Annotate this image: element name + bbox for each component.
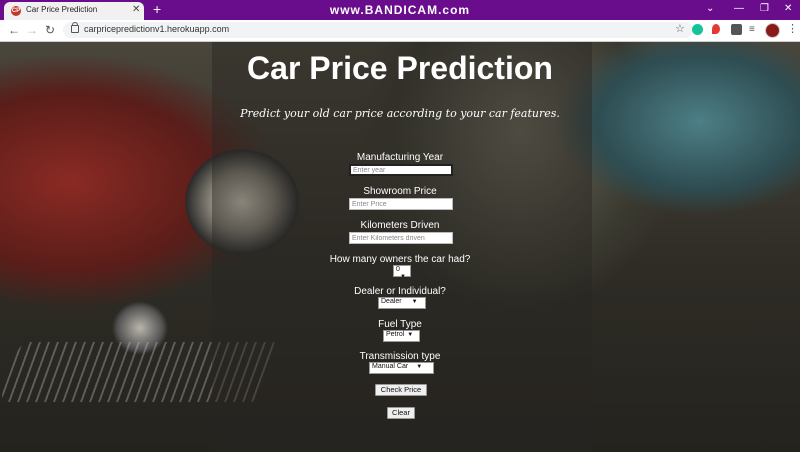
page-content: Car Price Prediction Predict your old ca… <box>0 42 800 452</box>
owners-label: How many owners the car had? <box>329 254 471 265</box>
browser-menu-icon[interactable]: ⋮ <box>787 22 798 36</box>
reading-list-icon[interactable]: ≡ <box>749 25 755 35</box>
kilometers-input[interactable] <box>349 232 453 244</box>
km-label: Kilometers Driven <box>360 220 440 231</box>
location-pin-extension-icon[interactable] <box>712 24 720 34</box>
lock-icon[interactable] <box>71 22 79 33</box>
seller-type-select[interactable]: Dealer ▼ <box>378 297 426 309</box>
chevron-down-icon: ▼ <box>411 299 418 305</box>
reload-icon[interactable]: ↻ <box>45 23 55 37</box>
chevron-down-icon: ▼ <box>400 274 406 280</box>
fuel-select-value: Petrol <box>386 331 405 338</box>
transmission-select-value: Manual Car <box>372 363 409 370</box>
clear-button[interactable]: Clear <box>387 407 415 419</box>
recording-watermark: www.BANDICAM.com <box>329 3 471 17</box>
url-text[interactable]: carpricepredictionv1.herokuapp.com <box>84 24 229 34</box>
fuel-type-select[interactable]: Petrol ▼ <box>383 330 420 342</box>
seller-select-value: Dealer <box>381 298 402 305</box>
browser-tab-bar: CP Car Price Prediction ✕ + www.BANDICAM… <box>0 0 800 20</box>
grammarly-extension-icon[interactable] <box>692 24 703 35</box>
chevron-down-icon: ▼ <box>407 332 414 338</box>
close-window-button[interactable]: ✕ <box>784 1 792 17</box>
extensions-puzzle-icon[interactable] <box>731 24 742 35</box>
fuel-label: Fuel Type <box>378 319 422 330</box>
address-bar[interactable]: carpricepredictionv1.herokuapp.com ☆ <box>63 22 693 38</box>
transmission-label: Transmission type <box>359 351 441 362</box>
maximize-button[interactable]: ❐ <box>760 1 769 17</box>
owners-select-value: 0 <box>396 266 400 273</box>
owners-select[interactable]: 0▼ <box>393 265 411 280</box>
year-input[interactable] <box>349 164 453 176</box>
check-price-button[interactable]: Check Price <box>375 384 427 396</box>
seller-label: Dealer or Individual? <box>354 286 446 297</box>
minimize-button[interactable]: — <box>734 1 744 17</box>
page-subtitle: Predict your old car price according to … <box>240 107 560 120</box>
showroom-price-input[interactable] <box>349 198 453 210</box>
year-label: Manufacturing Year <box>356 152 444 163</box>
forward-icon[interactable]: → <box>26 23 38 37</box>
profile-avatar[interactable] <box>765 23 780 38</box>
tab-search-icon[interactable]: ⌄ <box>706 1 714 17</box>
price-label: Showroom Price <box>363 186 437 197</box>
browser-toolbar: ← → ↻ carpricepredictionv1.herokuapp.com… <box>0 20 800 42</box>
bookmark-star-icon[interactable]: ☆ <box>675 22 685 35</box>
back-icon[interactable]: ← <box>8 23 20 37</box>
chevron-down-icon: ▼ <box>416 364 423 370</box>
page-title: Car Price Prediction <box>247 50 553 86</box>
transmission-select[interactable]: Manual Car ▼ <box>369 362 434 374</box>
